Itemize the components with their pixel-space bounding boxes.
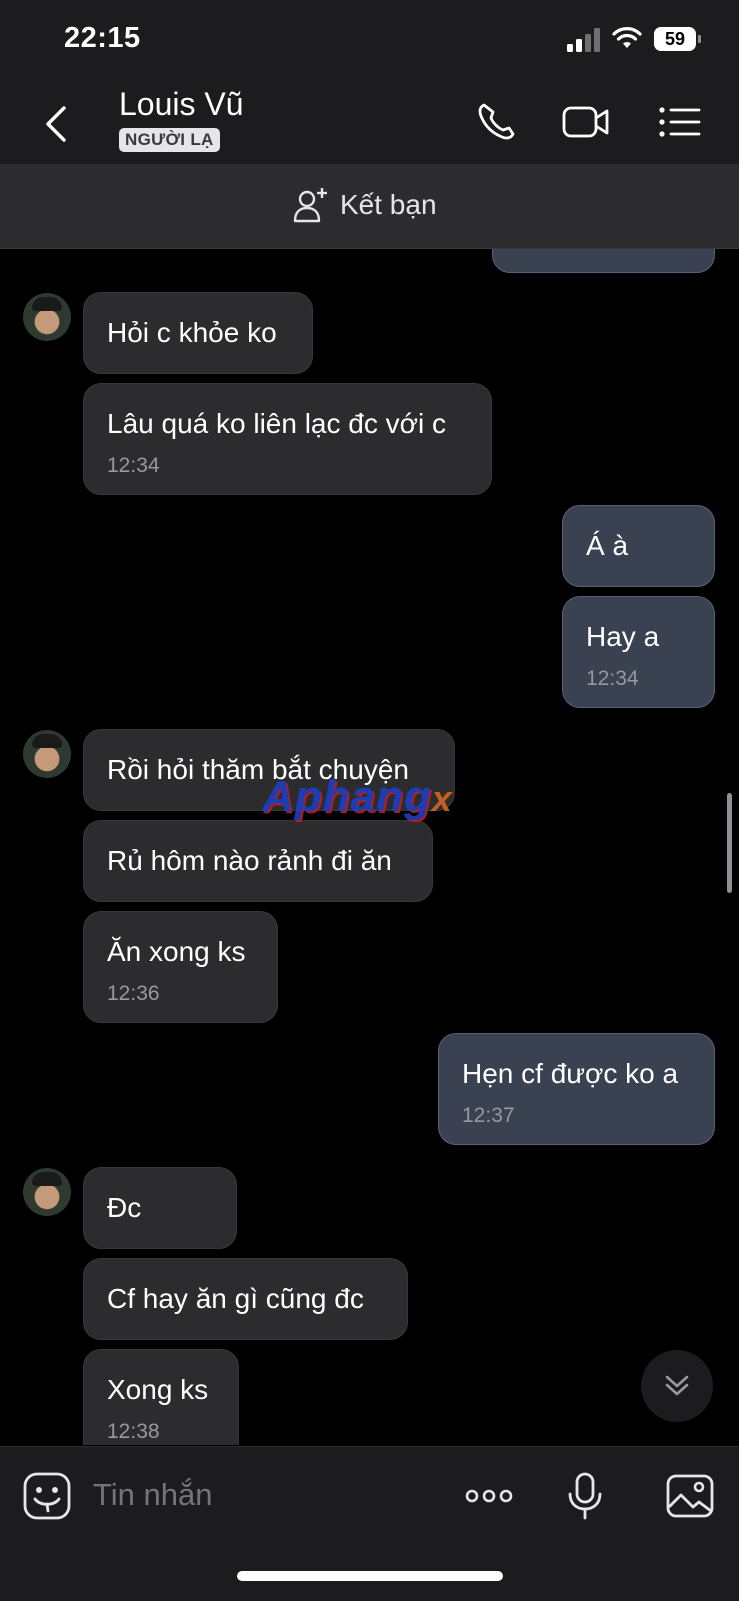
watermark-logo: Aphangx — [262, 772, 453, 821]
incoming-message[interactable]: Xong ks 12:38 — [83, 1349, 239, 1445]
incoming-message[interactable]: Cf hay ăn gì cũng đc — [83, 1258, 408, 1340]
add-friend-label: Kết bạn — [340, 189, 437, 220]
message-timestamp: 12:38 — [107, 1420, 160, 1443]
home-indicator[interactable] — [237, 1571, 503, 1581]
wifi-icon — [612, 27, 642, 48]
more-options-icon[interactable] — [464, 1471, 514, 1521]
scroll-to-bottom-button[interactable] — [641, 1350, 713, 1422]
contact-avatar[interactable] — [23, 1168, 71, 1216]
status-time: 22:15 — [64, 22, 141, 54]
video-call-icon[interactable] — [562, 100, 610, 144]
cellular-signal-icon — [567, 28, 600, 52]
add-friend-icon — [293, 188, 327, 223]
message-timestamp: 12:36 — [107, 982, 160, 1005]
contact-avatar[interactable] — [23, 730, 71, 778]
message-input[interactable] — [93, 1477, 433, 1513]
incoming-message[interactable]: Hỏi c khỏe ko — [83, 292, 313, 374]
incoming-message[interactable]: Lâu quá ko liên lạc đc với c 12:34 — [83, 383, 492, 495]
double-chevron-down-icon — [665, 1375, 689, 1396]
sticker-emoji-icon[interactable] — [22, 1471, 72, 1521]
microphone-icon[interactable] — [560, 1471, 610, 1521]
message-timestamp: 12:34 — [107, 454, 160, 477]
contact-avatar[interactable] — [23, 293, 71, 341]
outgoing-message[interactable]: Hay a 12:34 — [562, 596, 715, 708]
stranger-badge: NGƯỜI LẠ — [119, 128, 220, 152]
message-composer — [0, 1446, 739, 1601]
battery-level: 59 — [654, 27, 696, 51]
incoming-message[interactable]: Rủ hôm nào rảnh đi ăn — [83, 820, 433, 902]
options-list-icon[interactable] — [657, 100, 705, 144]
message-bubble-partial[interactable] — [492, 249, 715, 273]
add-friend-bar[interactable]: Kết bạn — [0, 164, 739, 249]
incoming-message[interactable]: Ăn xong ks 12:36 — [83, 911, 278, 1023]
outgoing-message[interactable]: Á à — [562, 505, 715, 587]
status-bar: 22:15 59 — [0, 0, 739, 80]
back-arrow-icon[interactable] — [40, 104, 76, 144]
scroll-indicator[interactable] — [727, 793, 732, 893]
battery-icon: 59 — [654, 27, 702, 51]
incoming-message[interactable]: Đc — [83, 1167, 237, 1249]
message-list[interactable]: Hỏi c khỏe ko Lâu quá ko liên lạc đc với… — [0, 249, 739, 1445]
message-timestamp: 12:34 — [586, 667, 639, 690]
image-gallery-icon[interactable] — [665, 1471, 715, 1521]
outgoing-message[interactable]: Hẹn cf được ko a 12:37 — [438, 1033, 715, 1145]
message-timestamp: 12:37 — [462, 1104, 515, 1127]
contact-name[interactable]: Louis Vũ — [119, 86, 244, 123]
chat-header: Louis Vũ NGƯỜI LẠ — [0, 80, 739, 164]
phone-call-icon[interactable] — [474, 100, 522, 144]
